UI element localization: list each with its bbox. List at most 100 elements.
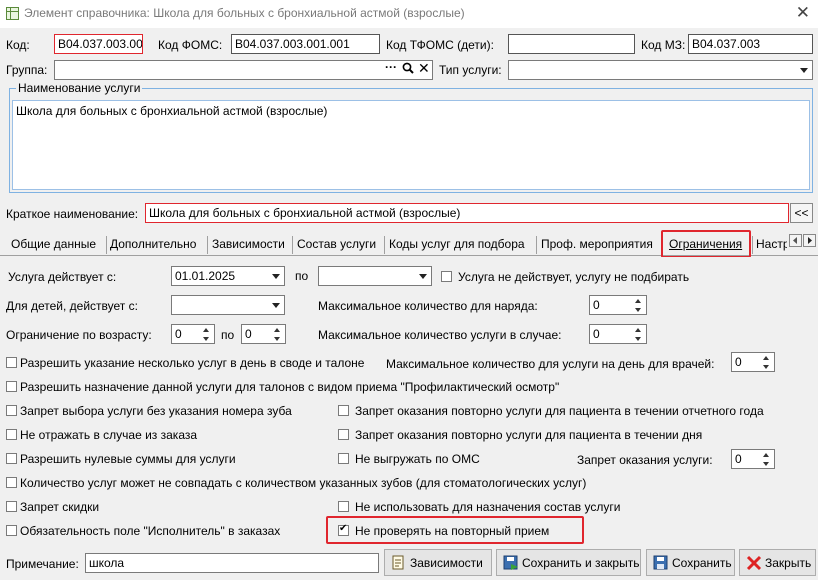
ban-label: Запрет оказания услуги: bbox=[577, 453, 713, 467]
table-icon bbox=[6, 7, 19, 20]
ban-value: 0 bbox=[735, 452, 742, 466]
age-to-value: 0 bbox=[245, 327, 252, 341]
mz-field[interactable]: B04.037.003 bbox=[688, 34, 813, 54]
copy-name-button[interactable]: << bbox=[790, 203, 813, 223]
chevron-down-icon bbox=[272, 274, 280, 279]
valid-from-date[interactable]: 01.01.2025 bbox=[171, 266, 285, 286]
max-per-day-spinner[interactable]: 0 bbox=[731, 352, 775, 372]
kod-label: Код: bbox=[6, 38, 30, 52]
tooth-mismatch-label: Количество услуг может не совпадать с ко… bbox=[20, 476, 587, 490]
group-label: Группа: bbox=[6, 63, 48, 77]
max-per-day-value: 0 bbox=[735, 355, 742, 369]
note-field[interactable]: школа bbox=[85, 553, 379, 573]
valid-to-date[interactable] bbox=[318, 266, 432, 286]
option-highlight bbox=[326, 516, 584, 544]
tfoms-field[interactable] bbox=[508, 34, 635, 54]
no-tooth-label: Запрет выбора услуги без указания номера… bbox=[20, 404, 292, 418]
multi-per-day-label: Разрешить указание несколько услуг в ден… bbox=[20, 356, 365, 370]
tab-composition[interactable]: Состав услуги bbox=[292, 236, 381, 256]
valid-from-label: Услуга действует с: bbox=[8, 270, 117, 284]
tooth-mismatch-checkbox[interactable] bbox=[6, 477, 17, 488]
service-type-select[interactable] bbox=[508, 60, 813, 80]
allow-prof-checkbox[interactable] bbox=[6, 381, 17, 392]
tab-general[interactable]: Общие данные bbox=[6, 236, 101, 256]
chevron-down-icon bbox=[419, 274, 427, 279]
chevron-down-icon bbox=[800, 68, 808, 73]
no-tooth-checkbox[interactable] bbox=[6, 405, 17, 416]
tab-additional[interactable]: Дополнительно bbox=[105, 236, 201, 256]
children-from-date[interactable] bbox=[171, 295, 285, 315]
no-discount-checkbox[interactable] bbox=[6, 501, 17, 512]
short-name-label: Краткое наименование: bbox=[6, 207, 139, 221]
chevron-right-icon[interactable] bbox=[803, 234, 816, 247]
close-red-icon bbox=[746, 555, 762, 571]
executor-required-label: Обязательность поле "Исполнитель" в зака… bbox=[20, 524, 281, 538]
age-from-spinner[interactable]: 0 bbox=[171, 324, 215, 344]
close-button[interactable]: Закрыть bbox=[739, 549, 816, 576]
max-case-spinner[interactable]: 0 bbox=[589, 324, 647, 344]
no-discount-label: Запрет скидки bbox=[20, 500, 100, 514]
name-legend: Наименование услуги bbox=[16, 81, 143, 95]
max-order-spinner[interactable]: 0 bbox=[589, 295, 647, 315]
save-and-close-button[interactable]: Сохранить и закрыть bbox=[496, 549, 641, 576]
executor-required-checkbox[interactable] bbox=[6, 525, 17, 536]
chevron-left-icon[interactable] bbox=[789, 234, 802, 247]
save-button[interactable]: Сохранить bbox=[646, 549, 735, 576]
valid-from-value: 01.01.2025 bbox=[175, 269, 236, 283]
spinner-arrows-icon[interactable] bbox=[271, 326, 284, 342]
no-case-label: Не отражать в случае из заказа bbox=[20, 428, 198, 442]
ellipsis-button[interactable]: ··· bbox=[385, 60, 397, 74]
foms-field[interactable]: B04.037.003.001.001 bbox=[231, 34, 380, 54]
max-order-label: Максимальное количество для наряда: bbox=[318, 299, 538, 313]
name-textarea[interactable]: Школа для больных с бронхиальной астмой … bbox=[12, 100, 810, 190]
spinner-arrows-icon[interactable] bbox=[760, 451, 773, 467]
short-name-field[interactable]: Школа для больных с бронхиальной астмой … bbox=[145, 203, 789, 223]
ban-spinner[interactable]: 0 bbox=[731, 449, 775, 469]
repeat-day-label: Запрет оказания повторно услуги для паци… bbox=[355, 428, 703, 442]
floppy-icon bbox=[653, 555, 668, 571]
tab-codes[interactable]: Коды услуг для подбора bbox=[384, 236, 530, 256]
max-order-value: 0 bbox=[593, 298, 600, 312]
no-compose-label: Не использовать для назначения состав ус… bbox=[355, 500, 621, 514]
inactive-label: Услуга не действует, услугу не подбирать bbox=[458, 270, 690, 284]
max-per-day-label: Максимальное количество для услуги на де… bbox=[386, 357, 715, 371]
repeat-day-checkbox[interactable] bbox=[338, 429, 349, 440]
allow-zero-label: Разрешить нулевые суммы для услуги bbox=[20, 452, 236, 466]
no-compose-checkbox[interactable] bbox=[338, 501, 349, 512]
spinner-arrows-icon[interactable] bbox=[632, 297, 645, 313]
window-title: Элемент справочника: Школа для больных с… bbox=[24, 6, 465, 20]
group-field[interactable] bbox=[54, 60, 433, 80]
spinner-arrows-icon[interactable] bbox=[760, 354, 773, 370]
close-icon[interactable]: ✕ bbox=[796, 3, 810, 23]
allow-zero-checkbox[interactable] bbox=[6, 453, 17, 464]
multi-per-day-checkbox[interactable] bbox=[6, 357, 17, 368]
foms-label: Код ФОМС: bbox=[158, 38, 223, 52]
inactive-checkbox[interactable] bbox=[441, 271, 452, 282]
document-icon bbox=[391, 555, 405, 571]
spinner-arrows-icon[interactable] bbox=[200, 326, 213, 342]
service-type-label: Тип услуги: bbox=[439, 63, 502, 77]
tab-prof[interactable]: Проф. мероприятия bbox=[536, 236, 658, 256]
dependencies-button[interactable]: Зависимости bbox=[384, 549, 492, 576]
tab-dependencies[interactable]: Зависимости bbox=[207, 236, 290, 256]
no-oms-label: Не выгружать по ОМС bbox=[355, 452, 480, 466]
tab-settings[interactable]: Настр bbox=[751, 236, 787, 256]
search-icon[interactable] bbox=[401, 61, 415, 78]
close-button-label: Закрыть bbox=[765, 555, 812, 570]
chevron-down-icon bbox=[272, 303, 280, 308]
spinner-arrows-icon[interactable] bbox=[632, 326, 645, 342]
no-oms-checkbox[interactable] bbox=[338, 453, 349, 464]
age-from-value: 0 bbox=[175, 327, 182, 341]
clear-icon[interactable]: ✕ bbox=[418, 60, 430, 77]
age-to-label: по bbox=[221, 328, 235, 342]
no-case-checkbox[interactable] bbox=[6, 429, 17, 440]
kod-field[interactable]: B04.037.003.00 bbox=[54, 34, 143, 54]
save-button-label: Сохранить bbox=[672, 555, 732, 570]
allow-prof-label: Разрешить назначение данной услуги для т… bbox=[20, 380, 560, 394]
age-label: Ограничение по возрасту: bbox=[6, 328, 152, 342]
valid-to-label: по bbox=[295, 269, 309, 283]
repeat-year-checkbox[interactable] bbox=[338, 405, 349, 416]
dependencies-button-label: Зависимости bbox=[410, 555, 483, 570]
age-to-spinner[interactable]: 0 bbox=[241, 324, 286, 344]
note-label: Примечание: bbox=[6, 557, 79, 571]
